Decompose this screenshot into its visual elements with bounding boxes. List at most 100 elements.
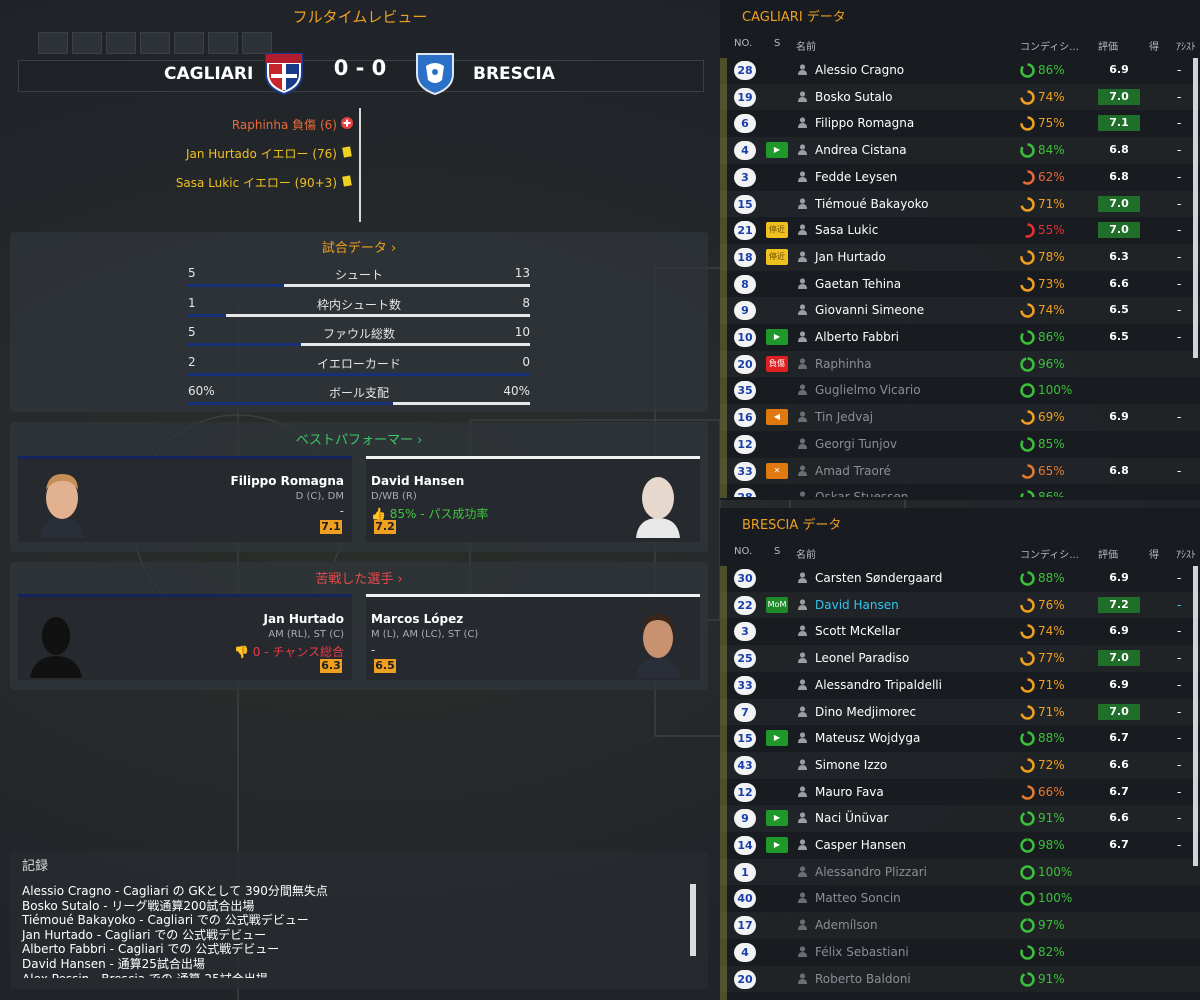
- player-name[interactable]: Tiémoué Bakayoko: [815, 197, 929, 211]
- player-profile-icon[interactable]: [798, 411, 807, 423]
- player-row[interactable]: 15 Tiémoué Bakayoko 71% 7.0 -: [720, 191, 1200, 218]
- player-profile-icon[interactable]: [798, 144, 807, 156]
- player-profile-icon[interactable]: [798, 331, 807, 342]
- player-row[interactable]: 9 ▶ Naci Ünüvar 91% 6.6 -: [720, 805, 1200, 832]
- player-name[interactable]: Raphinha: [815, 357, 872, 371]
- away-team-name[interactable]: BRESCIA: [473, 64, 555, 84]
- player-profile-icon[interactable]: [798, 812, 807, 824]
- player-name[interactable]: Casper Hansen: [815, 838, 906, 852]
- player-profile-icon[interactable]: [798, 625, 807, 637]
- player-row[interactable]: 15 ▶ Mateusz Wojdyga 88% 6.7 -: [720, 725, 1200, 752]
- player-profile-icon[interactable]: [798, 705, 807, 717]
- player-profile-icon[interactable]: [798, 171, 807, 182]
- player-row[interactable]: 28 Oskar Stuessen 86%: [720, 484, 1200, 497]
- player-profile-icon[interactable]: [798, 197, 807, 209]
- struggling-players-title[interactable]: 苦戦した選手 ›: [10, 568, 708, 587]
- player-name[interactable]: Bosko Sutalo: [815, 90, 892, 104]
- column-header-goals[interactable]: 得: [1149, 38, 1159, 53]
- column-header-rating[interactable]: 評価: [1098, 38, 1118, 53]
- column-header-name[interactable]: 名前: [796, 38, 816, 53]
- player-name[interactable]: Ademílson: [815, 918, 878, 932]
- player-profile-icon[interactable]: [798, 972, 807, 984]
- player-row[interactable]: 8 Gaetan Tehina 73% 6.6 -: [720, 271, 1200, 298]
- player-name[interactable]: Jan Hurtado: [815, 250, 886, 264]
- player-name[interactable]: Simone Izzo: [815, 758, 887, 772]
- player-profile-icon[interactable]: [798, 572, 807, 583]
- player-profile-icon[interactable]: [798, 652, 807, 664]
- player-profile-icon[interactable]: [798, 91, 807, 102]
- player-row[interactable]: 40 Matteo Soncin 100%: [720, 885, 1200, 912]
- best-performers-title[interactable]: ベストパフォーマー ›: [10, 429, 708, 448]
- player-profile-icon[interactable]: [798, 358, 807, 369]
- player-name[interactable]: Andrea Cistana: [815, 143, 907, 157]
- player-row[interactable]: 28 Alessio Cragno 86% 6.9 -: [720, 57, 1200, 84]
- player-name[interactable]: Alberto Fabbri: [815, 330, 899, 344]
- struggle-away-card[interactable]: Marcos López M (L), AM (LC), ST (C) - 6.…: [366, 594, 700, 680]
- player-row[interactable]: 1 Alessandro Plizzari 100%: [720, 859, 1200, 886]
- tab-strip[interactable]: [38, 32, 272, 54]
- column-header-assists[interactable]: ｱｼｽﾄ: [1176, 38, 1196, 53]
- player-profile-icon[interactable]: [798, 679, 807, 690]
- best-home-card[interactable]: Filippo Romagna D (C), DM - 7.1: [18, 456, 352, 542]
- player-row[interactable]: 43 Simone Izzo 72% 6.6 -: [720, 752, 1200, 779]
- player-row[interactable]: 9 Giovanni Simeone 74% 6.5 -: [720, 297, 1200, 324]
- player-profile-icon[interactable]: [798, 946, 807, 957]
- player-name[interactable]: Leonel Paradiso: [815, 651, 909, 665]
- player-row[interactable]: 6 Filippo Romagna 75% 7.1 -: [720, 110, 1200, 137]
- player-row[interactable]: 12 Mauro Fava 66% 6.7 -: [720, 779, 1200, 806]
- player-name[interactable]: Guglielmo Vicario: [815, 383, 921, 397]
- player-profile-icon[interactable]: [798, 117, 807, 129]
- column-header-cond[interactable]: コンディシ...: [1020, 546, 1079, 561]
- player-row[interactable]: 3 Scott McKellar 74% 6.9 -: [720, 618, 1200, 645]
- player-row[interactable]: 7 Dino Medjimorec 71% 7.0 -: [720, 699, 1200, 726]
- player-name[interactable]: Giovanni Simeone: [815, 303, 924, 317]
- player-row[interactable]: 35 Guglielmo Vicario 100%: [720, 377, 1200, 404]
- player-name[interactable]: Mauro Fava: [815, 785, 884, 799]
- player-row[interactable]: 10 ▶ Alberto Fabbri 86% 6.5 -: [720, 324, 1200, 351]
- player-row[interactable]: 17 Ademílson 97%: [720, 912, 1200, 939]
- player-profile-icon[interactable]: [798, 839, 807, 850]
- player-profile-icon[interactable]: [798, 785, 807, 797]
- log-scrollbar[interactable]: [690, 884, 696, 956]
- column-header-name[interactable]: 名前: [796, 546, 816, 561]
- column-header-no[interactable]: NO.: [734, 546, 752, 557]
- player-profile-icon[interactable]: [798, 384, 807, 396]
- player-name[interactable]: David Hansen: [815, 598, 899, 612]
- player-row[interactable]: 18 停近 Jan Hurtado 78% 6.3 -: [720, 244, 1200, 271]
- player-name[interactable]: Amad Traoré: [815, 464, 891, 478]
- player-name[interactable]: Félix Sebastiani: [815, 945, 909, 959]
- player-profile-icon[interactable]: [798, 919, 807, 931]
- player-row[interactable]: 14 ▶ Casper Hansen 98% 6.7 -: [720, 832, 1200, 859]
- player-row[interactable]: 33 ✕ Amad Traoré 65% 6.8 -: [720, 458, 1200, 485]
- column-header-no[interactable]: NO.: [734, 38, 752, 49]
- player-name[interactable]: Gaetan Tehina: [815, 277, 901, 291]
- player-name[interactable]: Tin Jedvaj: [815, 410, 873, 424]
- player-name[interactable]: Naci Ünüvar: [815, 811, 888, 825]
- player-row[interactable]: 20 Roberto Baldoni 91%: [720, 966, 1200, 993]
- player-name[interactable]: Mateusz Wojdyga: [815, 731, 920, 745]
- player-profile-icon[interactable]: [798, 304, 807, 316]
- player-profile-icon[interactable]: [798, 64, 807, 75]
- player-row[interactable]: 22 MoM David Hansen 76% 7.2 -: [720, 592, 1200, 619]
- column-header-assists[interactable]: ｱｼｽﾄ: [1176, 546, 1196, 561]
- struggle-home-card[interactable]: Jan Hurtado AM (RL), ST (C) 👎 0 - チャンス総合…: [18, 594, 352, 680]
- player-name[interactable]: Filippo Romagna: [815, 116, 914, 130]
- player-profile-icon[interactable]: [798, 732, 807, 744]
- home-team-name[interactable]: CAGLIARI: [164, 64, 253, 84]
- player-row[interactable]: 21 停近 Sasa Lukic 55% 7.0 -: [720, 217, 1200, 244]
- player-profile-icon[interactable]: [798, 759, 807, 770]
- player-name[interactable]: Fedde Leysen: [815, 170, 897, 184]
- player-profile-icon[interactable]: [798, 224, 807, 236]
- best-away-card[interactable]: David Hansen D/WB (R) 👍 85% - パス成功率 7.2: [366, 456, 700, 542]
- player-row[interactable]: 3 Fedde Leysen 62% 6.8 -: [720, 164, 1200, 191]
- player-name[interactable]: Alessandro Tripaldelli: [815, 678, 942, 692]
- player-row[interactable]: 4 Félix Sebastiani 82%: [720, 939, 1200, 966]
- player-name[interactable]: Matteo Soncin: [815, 891, 901, 905]
- player-profile-icon[interactable]: [798, 599, 807, 610]
- player-row[interactable]: 19 Bosko Sutalo 74% 7.0 -: [720, 84, 1200, 111]
- player-row[interactable]: 12 Georgi Tunjov 85%: [720, 431, 1200, 458]
- player-row[interactable]: 30 Carsten Søndergaard 88% 6.9 -: [720, 565, 1200, 592]
- player-profile-icon[interactable]: [798, 464, 807, 476]
- player-row[interactable]: 25 Leonel Paradiso 77% 7.0 -: [720, 645, 1200, 672]
- player-name[interactable]: Dino Medjimorec: [815, 705, 916, 719]
